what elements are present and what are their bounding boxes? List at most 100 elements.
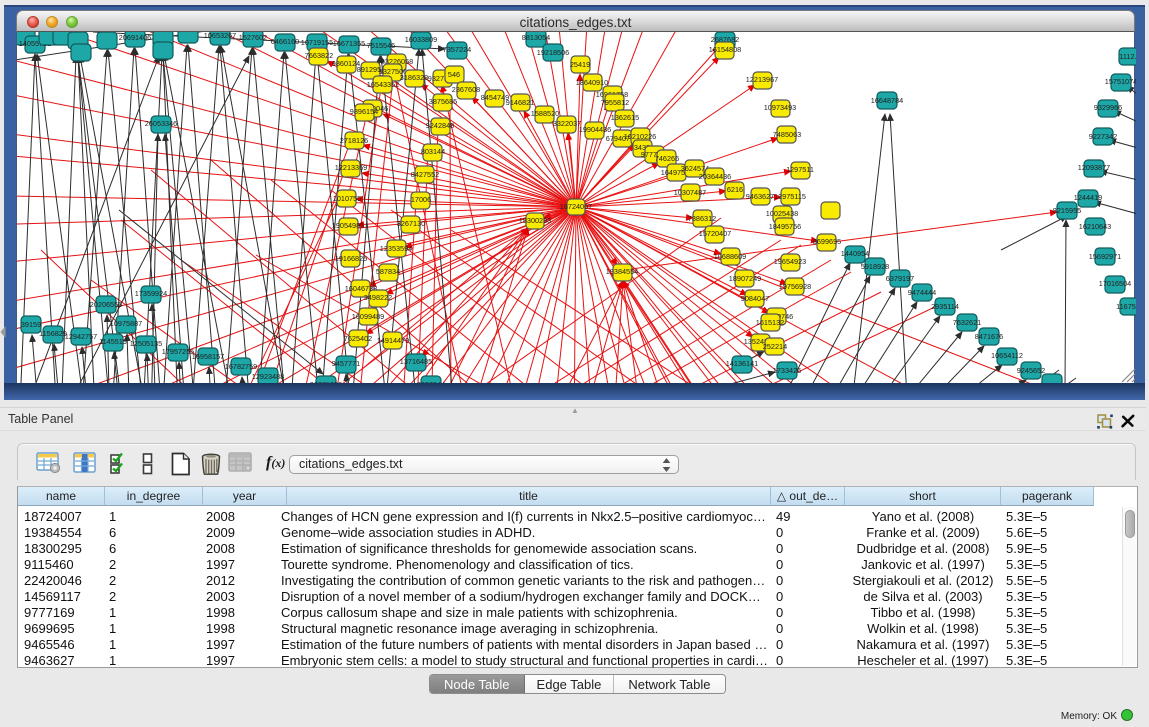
svg-text:18495756: 18495756 <box>769 222 801 231</box>
svg-text:3186328: 3186328 <box>400 73 428 82</box>
svg-text:17957255: 17957255 <box>162 347 194 356</box>
svg-text:25419: 25419 <box>570 60 590 69</box>
svg-text:8699695: 8699695 <box>813 237 841 246</box>
svg-text:1112..: 1112.. <box>1119 52 1136 61</box>
svg-text:16648784: 16648784 <box>871 96 903 105</box>
svg-text:7357224: 7357224 <box>443 45 471 54</box>
svg-text:10307487: 10307487 <box>674 188 706 197</box>
svg-text:10973493: 10973493 <box>764 103 796 112</box>
svg-text:13716485: 13716485 <box>400 357 432 366</box>
svg-text:9896154: 9896154 <box>350 107 378 116</box>
svg-text:1297511: 1297511 <box>786 165 814 174</box>
svg-text:10719155: 10719155 <box>301 38 333 47</box>
svg-text:14136141: 14136141 <box>726 359 758 368</box>
svg-text:15751074: 15751074 <box>1105 77 1136 86</box>
svg-text:17359924: 17359924 <box>135 289 167 298</box>
svg-text:10653267: 10653267 <box>204 32 236 40</box>
svg-text:803144: 803144 <box>421 147 445 156</box>
svg-text:16958157: 16958157 <box>192 352 224 361</box>
svg-text:9084047: 9084047 <box>741 294 769 303</box>
svg-text:1440954: 1440954 <box>841 249 869 258</box>
svg-text:10688609: 10688609 <box>714 252 746 261</box>
svg-text:3267130: 3267130 <box>397 219 425 228</box>
svg-text:1615132: 1615132 <box>756 318 784 327</box>
svg-text:9245652: 9245652 <box>1017 366 1045 375</box>
svg-text:1244419: 1244419 <box>1074 193 1102 202</box>
svg-text:19756928: 19756928 <box>779 282 811 291</box>
svg-text:9242848: 9242848 <box>426 121 454 130</box>
svg-text:9463627: 9463627 <box>746 192 774 201</box>
svg-text:1733426: 1733426 <box>773 366 801 375</box>
svg-text:9457771: 9457771 <box>332 359 360 368</box>
svg-text:8322037: 8322037 <box>553 119 581 128</box>
svg-text:8813054: 8813054 <box>522 33 550 42</box>
svg-text:12942757: 12942757 <box>65 332 97 341</box>
svg-text:15692971: 15692971 <box>1089 252 1121 261</box>
svg-text:1362615: 1362615 <box>611 113 639 122</box>
svg-text:5918928: 5918928 <box>861 262 889 271</box>
svg-text:16154808: 16154808 <box>709 45 741 54</box>
svg-text:20691406: 20691406 <box>119 33 151 42</box>
svg-text:15720407: 15720407 <box>699 229 731 238</box>
svg-text:18907249: 18907249 <box>729 274 761 283</box>
svg-text:3498222: 3498222 <box>364 293 392 302</box>
svg-text:1167533: 1167533 <box>1116 302 1136 311</box>
svg-text:16099489: 16099489 <box>352 312 384 321</box>
svg-text:6379197: 6379197 <box>886 274 914 283</box>
svg-text:1588520: 1588520 <box>531 109 559 118</box>
svg-text:12975115: 12975115 <box>774 192 806 201</box>
svg-text:18640910: 18640910 <box>576 78 608 87</box>
svg-text:7485063: 7485063 <box>773 130 801 139</box>
svg-text:1010755: 1010755 <box>333 194 361 203</box>
svg-text:9329966: 9329966 <box>1094 103 1122 112</box>
svg-text:252214: 252214 <box>763 342 787 351</box>
svg-text:7955812: 7955812 <box>601 98 629 107</box>
svg-text:10025438: 10025438 <box>766 209 798 218</box>
svg-text:20364436: 20364436 <box>699 172 731 181</box>
svg-text:12093877: 12093877 <box>1078 163 1110 172</box>
svg-text:7663822: 7663822 <box>305 51 333 60</box>
svg-text:12923488: 12923488 <box>252 372 284 381</box>
svg-text:19904436: 19904436 <box>579 125 611 134</box>
svg-text:26053346: 26053346 <box>145 119 177 128</box>
svg-text:2718126: 2718126 <box>340 136 368 145</box>
svg-text:39159: 39159 <box>21 320 41 329</box>
svg-text:12213967: 12213967 <box>746 75 778 84</box>
svg-text:1156829: 1156829 <box>39 329 67 338</box>
svg-text:10654112: 10654112 <box>991 351 1023 360</box>
svg-text:14914479: 14914479 <box>377 336 409 345</box>
svg-text:19218506: 19218506 <box>537 48 569 57</box>
svg-text:12353594: 12353594 <box>380 244 412 253</box>
svg-text:2367608: 2367608 <box>452 85 480 94</box>
svg-text:587834: 587834 <box>376 267 400 276</box>
svg-text:8427552: 8427552 <box>411 170 439 179</box>
svg-text:9227342: 9227342 <box>1089 132 1117 141</box>
svg-text:16033809: 16033809 <box>405 35 437 44</box>
svg-text:18724007: 18724007 <box>560 202 592 211</box>
svg-text:8215955: 8215955 <box>1053 206 1081 215</box>
svg-text:546: 546 <box>448 70 460 79</box>
svg-text:16210643: 16210643 <box>1079 222 1111 231</box>
svg-text:9474444: 9474444 <box>908 288 936 297</box>
svg-text:6216: 6216 <box>727 185 743 194</box>
svg-text:19054985: 19054985 <box>332 221 364 230</box>
svg-text:1145519: 1145519 <box>99 337 127 346</box>
svg-text:7632621: 7632621 <box>953 318 981 327</box>
svg-text:9146821: 9146821 <box>506 98 534 107</box>
svg-text:2935114: 2935114 <box>931 302 959 311</box>
svg-text:12213369: 12213369 <box>335 163 367 172</box>
svg-text:19166825: 19166825 <box>335 254 367 263</box>
svg-text:7386312: 7386312 <box>688 214 716 223</box>
svg-text:18300233: 18300233 <box>519 216 551 225</box>
svg-text:17016504: 17016504 <box>1099 279 1131 288</box>
svg-text:16543362: 16543362 <box>367 80 399 89</box>
svg-text:19384554: 19384554 <box>606 267 638 276</box>
svg-text:12505135: 12505135 <box>130 339 162 348</box>
svg-text:746266: 746266 <box>655 154 679 163</box>
svg-text:16671355: 16671355 <box>333 39 365 48</box>
svg-text:7515546: 7515546 <box>367 41 395 50</box>
svg-text:8471676: 8471676 <box>975 332 1003 341</box>
svg-text:6466160: 6466160 <box>271 37 299 46</box>
svg-text:10975887: 10975887 <box>110 319 142 328</box>
svg-text:16782759: 16782759 <box>225 362 257 371</box>
